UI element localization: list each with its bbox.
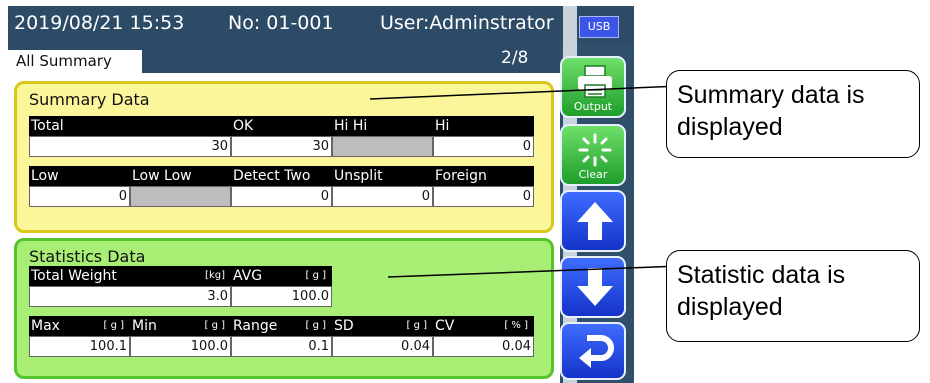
statistics-leader-line bbox=[387, 265, 681, 278]
statistics-callout-line1: Statistic data is bbox=[677, 261, 846, 289]
summary-callout: Summary data is displayed bbox=[666, 70, 920, 158]
summary-callout-line2: displayed bbox=[677, 113, 783, 141]
statistics-callout-line2: displayed bbox=[677, 293, 783, 321]
summary-callout-line1: Summary data is bbox=[677, 81, 865, 109]
statistics-callout: Statistic data is displayed bbox=[666, 250, 920, 342]
summary-leader-line bbox=[369, 85, 681, 100]
